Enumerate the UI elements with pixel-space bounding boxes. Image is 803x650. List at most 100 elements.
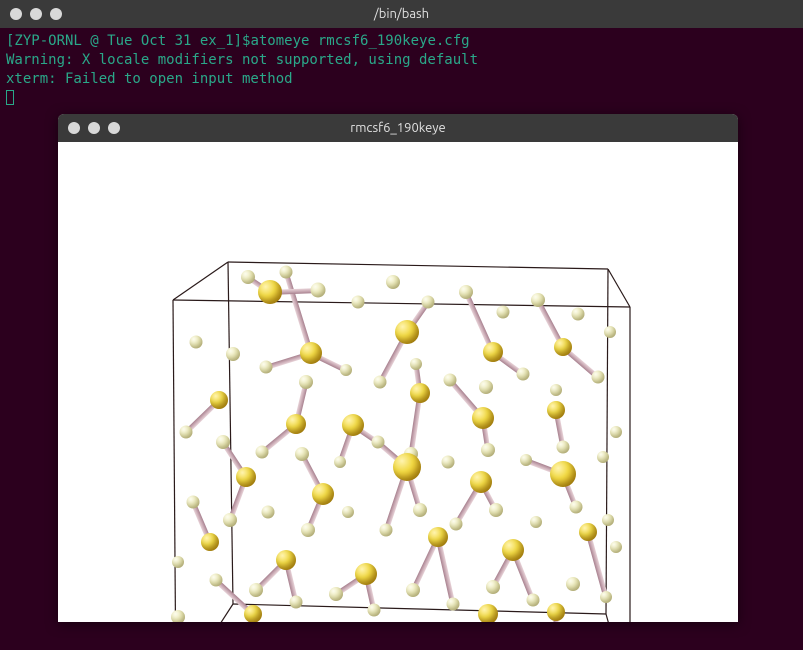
atom-cream [172,556,184,568]
atom-cream [410,358,422,370]
atom-cream [187,496,200,509]
atom-yellow [579,523,597,541]
atom-cream [520,454,532,466]
terminal-output[interactable]: [ZYP-ORNL @ Tue Oct 31 ex_1]$atomeye rmc… [0,28,803,112]
atom-yellow [478,604,498,622]
minimize-icon[interactable] [88,122,100,134]
atom-cream [479,380,493,394]
atom-cream [497,306,510,319]
atom-cream [597,451,609,463]
atomeye-window[interactable]: rmcsf6_190keye [58,114,738,622]
child-titlebar: rmcsf6_190keye [58,114,738,142]
atom-yellow [342,414,364,436]
atom-yellow [502,539,524,561]
shell-prompt: [ZYP-ORNL @ Tue Oct 31 ex_1]$ [6,33,250,49]
atom-yellow [276,550,296,570]
atom-yellow [201,533,219,551]
atom-cream [610,541,622,553]
atom-cream [486,580,500,594]
atom-yellow [393,453,421,481]
atom-cream [386,275,400,289]
atom-cream [210,574,223,587]
atom-yellow [472,407,494,429]
atom-yellow [258,280,282,304]
atom-cream [299,375,313,389]
atom-cream [256,446,269,459]
atom-cream [450,518,463,531]
atom-cream [241,270,255,284]
atom-cream [226,347,240,361]
atom-yellow [395,320,419,344]
atom-cream [334,456,346,468]
atom-cream [530,516,542,528]
atom-cream [489,503,503,517]
atom-cream [290,596,303,609]
close-icon[interactable] [68,122,80,134]
atom-cream [531,293,545,307]
atom-cream [342,506,354,518]
atom-yellow [547,603,565,621]
atom-cream [600,591,612,603]
atom-cream [444,374,457,387]
atom-cream [481,443,495,457]
atom-cream [592,371,605,384]
atom-cream [442,456,455,469]
atom-yellow [236,467,256,487]
atom-cream [459,285,473,299]
atom-cream [604,326,616,338]
atom-cream [352,296,365,309]
atom-cream [295,447,309,461]
maximize-icon[interactable] [108,122,120,134]
atom-yellow [547,401,565,419]
atom-cream [223,513,237,527]
atom-cream [447,598,460,611]
maximize-icon[interactable] [50,8,62,20]
atom-cream [301,523,315,537]
atom-cream [368,604,381,617]
atom-cream [180,426,193,439]
atom-cream [216,435,230,449]
child-window-controls [68,122,120,134]
atom-cream [406,583,420,597]
atom-cream [570,501,583,514]
atom-cream [329,587,343,601]
atom-yellow [286,414,306,434]
atom-cream [374,376,387,389]
atom-cream [602,514,614,526]
atom-cream [527,594,540,607]
window-controls [10,8,62,20]
minimize-icon[interactable] [30,8,42,20]
bounding-box-wireframe [58,142,738,622]
atom-yellow [470,471,492,493]
atom-cream [171,610,185,622]
atom-cream [190,336,203,349]
shell-command: atomeye rmcsf6_190keye.cfg [250,33,469,49]
cursor-icon [6,90,14,105]
atom-cream [372,436,385,449]
atom-cream [262,506,275,519]
terminal-titlebar: /bin/bash [0,0,803,28]
atom-yellow [554,338,572,356]
atom-cream [550,384,562,396]
error-line: xterm: Failed to open input method [6,71,293,87]
atom-yellow [550,461,576,487]
child-title: rmcsf6_190keye [350,121,445,135]
molecular-viewport[interactable] [58,142,738,622]
atom-cream [557,441,570,454]
atom-cream [380,524,393,537]
close-icon[interactable] [10,8,22,20]
atom-yellow [244,605,262,622]
atom-cream [610,426,622,438]
atom-yellow [210,391,228,409]
atom-yellow [312,483,334,505]
atom-yellow [483,342,503,362]
atom-cream [517,368,530,381]
atom-cream [249,583,263,597]
atom-cream [413,503,427,517]
atom-yellow [355,563,377,585]
atom-cream [280,266,293,279]
atom-yellow [428,527,448,547]
atom-cream [422,296,435,309]
atom-cream [311,283,326,298]
atom-cream [566,577,580,591]
